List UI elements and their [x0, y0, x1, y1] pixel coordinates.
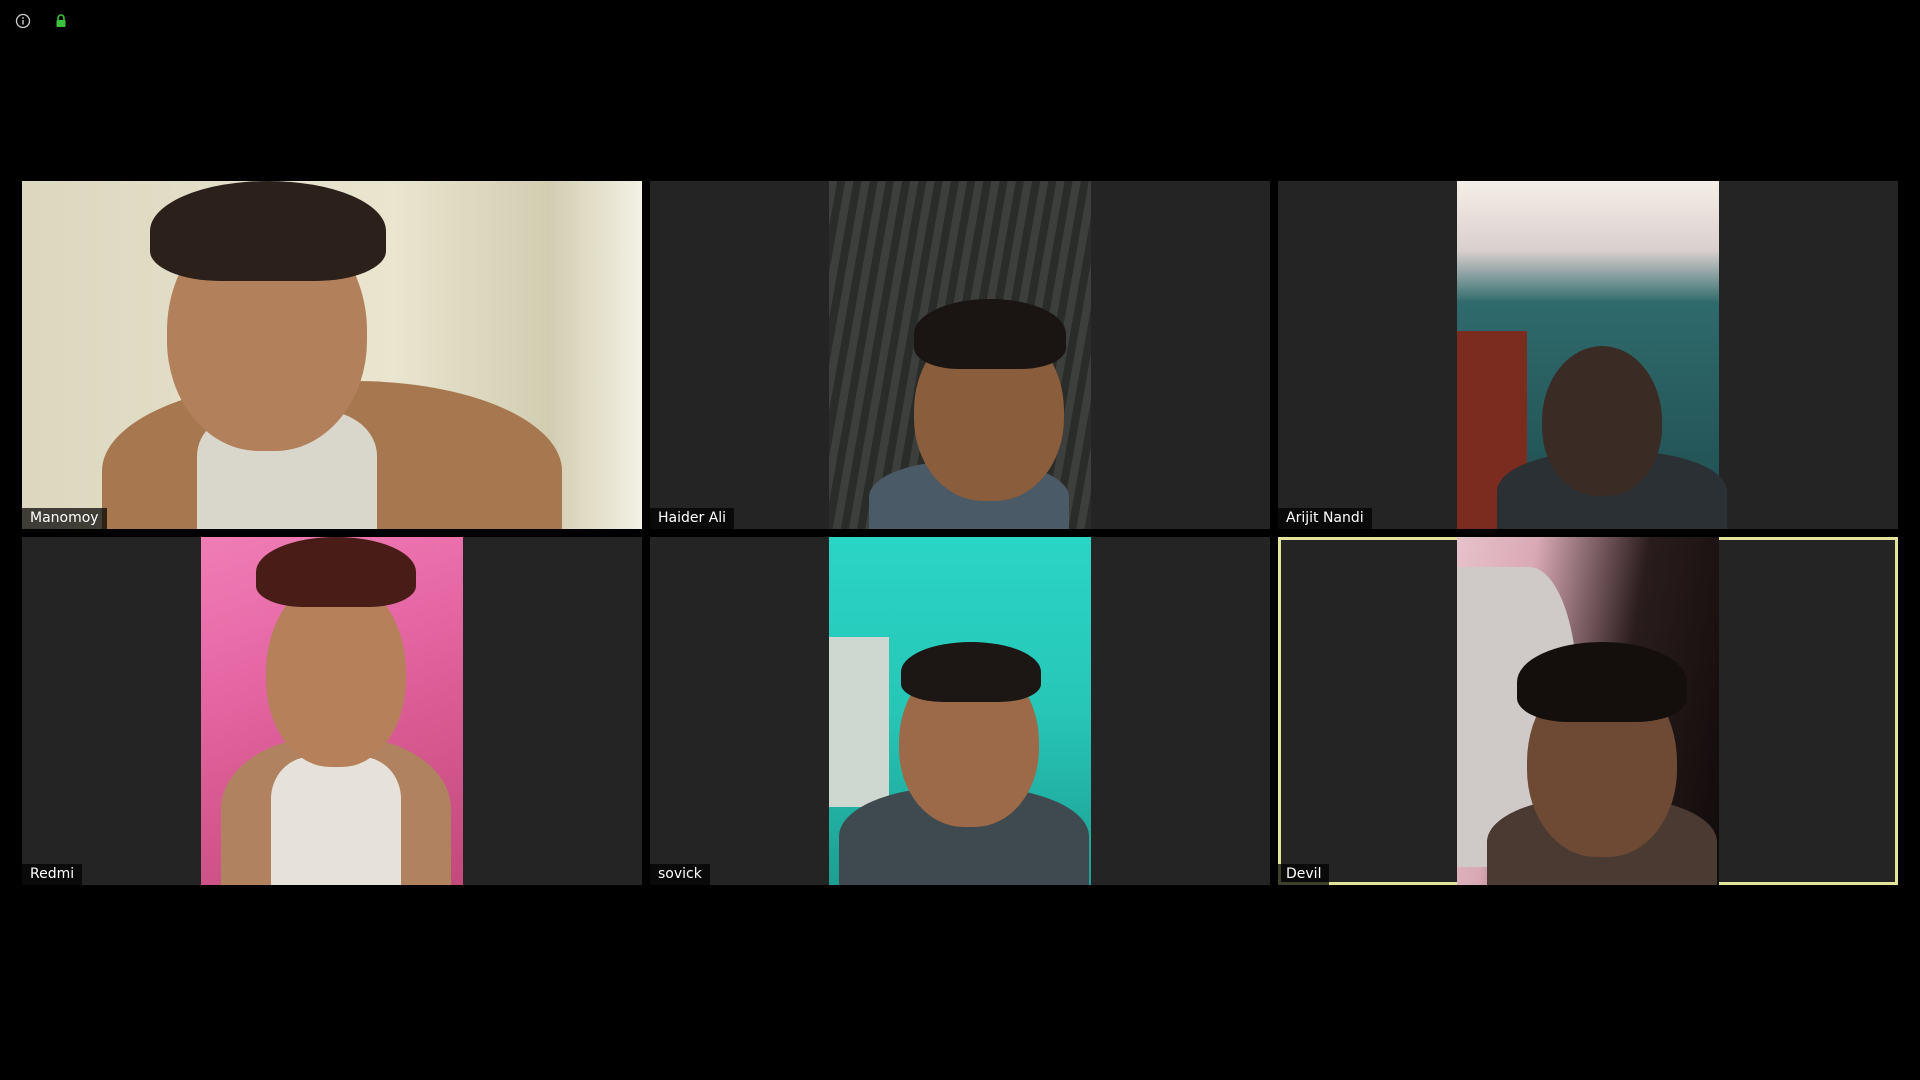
- participant-hair: [914, 299, 1066, 369]
- participant-tile-devil[interactable]: Devil: [1278, 537, 1898, 885]
- participant-name-label: Redmi: [22, 864, 83, 885]
- video-gallery-grid: Manomoy Haider Ali Arijit Nandi Redmi so…: [22, 181, 1899, 885]
- participant-face: [1542, 346, 1662, 496]
- participant-curtain: [829, 637, 889, 807]
- participant-name-label: Haider Ali: [650, 508, 735, 529]
- participant-video: [1457, 537, 1719, 885]
- participant-shirt: [271, 757, 401, 885]
- participant-tile-sovick[interactable]: sovick: [650, 537, 1270, 885]
- participant-hair: [901, 642, 1041, 702]
- participant-name-label: Devil: [1278, 864, 1330, 885]
- participant-tile-arijit-nandi[interactable]: Arijit Nandi: [1278, 181, 1898, 529]
- participant-video: [22, 181, 642, 529]
- participant-hair: [150, 181, 386, 281]
- participant-tile-manomoy[interactable]: Manomoy: [22, 181, 642, 529]
- participant-hair: [1517, 642, 1687, 722]
- info-icon[interactable]: [14, 12, 32, 30]
- participant-name-label: Arijit Nandi: [1278, 508, 1372, 529]
- participant-video: [829, 181, 1091, 529]
- meeting-status-bar: [14, 12, 70, 30]
- participant-video: [829, 537, 1091, 885]
- participant-name-label: sovick: [650, 864, 710, 885]
- lock-icon[interactable]: [52, 12, 70, 30]
- participant-hair: [256, 537, 416, 607]
- participant-name-label: Manomoy: [22, 508, 107, 529]
- participant-video: [1457, 181, 1727, 529]
- participant-video: [201, 537, 463, 885]
- participant-tile-haider-ali[interactable]: Haider Ali: [650, 181, 1270, 529]
- participant-tile-redmi[interactable]: Redmi: [22, 537, 642, 885]
